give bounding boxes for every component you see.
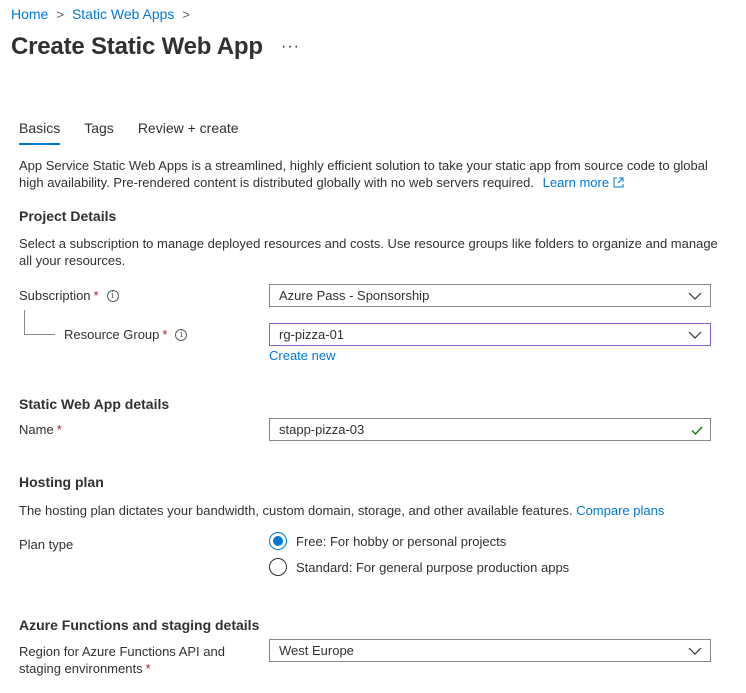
breadcrumb-static-web-apps[interactable]: Static Web Apps — [72, 6, 174, 22]
page-title: Create Static Web App — [11, 33, 263, 60]
tab-bar: Basics Tags Review + create — [19, 118, 263, 145]
plan-option-standard[interactable]: Standard: For general purpose production… — [269, 558, 569, 576]
hosting-plan-description: The hosting plan dictates your bandwidth… — [19, 503, 665, 518]
chevron-down-icon — [688, 292, 702, 300]
name-input[interactable]: stapp-pizza-03 — [269, 418, 711, 441]
resource-group-label: Resource Group * i — [64, 327, 188, 342]
project-details-heading: Project Details — [19, 208, 117, 224]
breadcrumb: Home > Static Web Apps > — [11, 6, 198, 22]
radio-button-selected[interactable] — [269, 532, 287, 550]
plan-type-label: Plan type — [19, 537, 74, 552]
resource-group-dropdown[interactable]: rg-pizza-01 — [269, 323, 711, 346]
tree-connector — [24, 310, 55, 335]
radio-button[interactable] — [269, 558, 287, 576]
tab-review-create[interactable]: Review + create — [138, 118, 239, 145]
more-options-button[interactable]: ··· — [281, 38, 300, 56]
compare-plans-link[interactable]: Compare plans — [576, 503, 664, 518]
chevron-right-icon: > — [182, 6, 191, 22]
chevron-down-icon — [688, 331, 702, 339]
chevron-right-icon: > — [56, 6, 64, 22]
hosting-plan-heading: Hosting plan — [19, 474, 104, 490]
subscription-dropdown[interactable]: Azure Pass - Sponsorship — [269, 284, 711, 307]
app-details-heading: Static Web App details — [19, 396, 170, 412]
intro-text: App Service Static Web Apps is a streaml… — [19, 157, 719, 191]
chevron-down-icon — [688, 647, 702, 655]
info-icon[interactable]: i — [175, 328, 188, 341]
region-label: Region for Azure Functions API and stagi… — [19, 644, 225, 676]
project-details-description: Select a subscription to manage deployed… — [19, 236, 718, 268]
external-link-icon — [613, 177, 624, 188]
info-icon[interactable]: i — [106, 289, 119, 302]
tab-basics[interactable]: Basics — [19, 118, 61, 145]
region-dropdown[interactable]: West Europe — [269, 639, 711, 662]
functions-heading: Azure Functions and staging details — [19, 617, 260, 633]
name-label: Name * — [19, 422, 62, 437]
subscription-label: Subscription * i — [19, 288, 119, 303]
plan-option-free[interactable]: Free: For hobby or personal projects — [269, 532, 506, 550]
checkmark-icon — [691, 426, 703, 436]
learn-more-link[interactable]: Learn more — [543, 175, 624, 190]
tab-tags[interactable]: Tags — [84, 118, 114, 145]
breadcrumb-home[interactable]: Home — [11, 6, 48, 22]
create-new-link[interactable]: Create new — [269, 348, 335, 363]
